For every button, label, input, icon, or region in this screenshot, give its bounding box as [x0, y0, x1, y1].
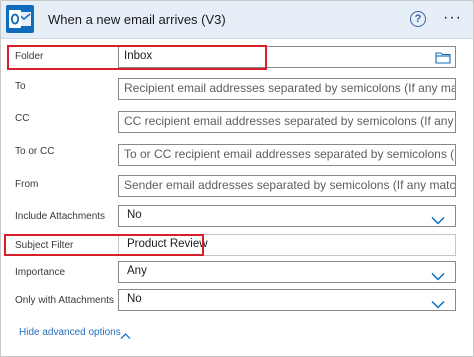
cc-label: CC — [15, 113, 30, 124]
chevron-down-icon[interactable] — [431, 296, 445, 310]
from-label: From — [15, 179, 39, 190]
folder-icon[interactable] — [435, 51, 451, 67]
include-attachments-value: No — [127, 209, 142, 221]
chevron-down-icon[interactable] — [431, 212, 445, 226]
importance-value: Any — [127, 265, 147, 277]
hide-advanced-options-link[interactable]: Hide advanced options — [19, 327, 121, 338]
help-icon[interactable]: ? — [410, 11, 426, 27]
importance-dropdown[interactable]: Any — [118, 261, 456, 283]
to-field[interactable]: Recipient email addresses separated by s… — [118, 78, 456, 100]
to-or-cc-label: To or CC — [15, 146, 55, 157]
only-with-attachments-dropdown[interactable]: No — [118, 289, 456, 311]
trigger-card: When a new email arrives (V3) ? ··· Fold… — [0, 0, 474, 357]
card-title: When a new email arrives (V3) — [48, 12, 226, 27]
outlook-icon — [6, 5, 34, 33]
cc-field[interactable]: CC recipient email addresses separated b… — [118, 111, 456, 133]
to-or-cc-placeholder: To or CC recipient email addresses separ… — [124, 147, 455, 161]
include-attachments-label: Include Attachments — [15, 211, 106, 222]
from-placeholder: Sender email addresses separated by semi… — [124, 178, 456, 192]
only-with-attachments-label: Only with Attachments — [15, 295, 114, 306]
more-icon[interactable]: ··· — [443, 10, 462, 26]
include-attachments-dropdown[interactable]: No — [118, 205, 456, 227]
chevron-down-icon[interactable] — [431, 268, 445, 282]
to-placeholder: Recipient email addresses separated by s… — [124, 81, 455, 95]
card-header[interactable]: When a new email arrives (V3) ? ··· — [1, 1, 473, 39]
importance-label: Importance — [15, 267, 66, 278]
chevron-up-icon[interactable] — [120, 327, 131, 345]
from-field[interactable]: Sender email addresses separated by semi… — [118, 175, 456, 197]
to-or-cc-field[interactable]: To or CC recipient email addresses separ… — [118, 144, 456, 166]
to-label: To — [15, 81, 26, 92]
only-with-attachments-value: No — [127, 293, 142, 305]
cc-placeholder: CC recipient email addresses separated b… — [124, 114, 456, 128]
folder-highlight — [7, 45, 267, 70]
subject-filter-highlight — [4, 234, 204, 256]
